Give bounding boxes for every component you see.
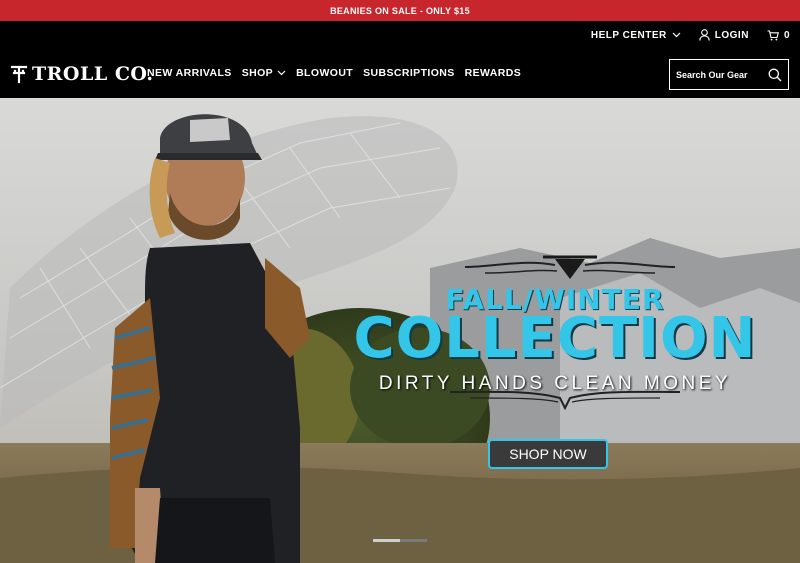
shop-now-button[interactable]: SHOP NOW: [488, 439, 608, 469]
login-link[interactable]: LOGIN: [699, 29, 749, 41]
hero-banner[interactable]: FALL/WINTER COLLECTION DIRTY HANDS CLEAN…: [0, 98, 800, 563]
chevron-down-icon: [277, 70, 286, 76]
nav-subscriptions[interactable]: SUBSCRIPTIONS: [363, 67, 455, 79]
user-icon: [699, 29, 710, 41]
promo-text[interactable]: BEANIES ON SALE - ONLY $15: [330, 6, 470, 16]
site-header: HELP CENTER LOGIN 0 TROLL CO. NEW ARRIVA…: [0, 21, 800, 98]
login-label: LOGIN: [714, 29, 749, 41]
nav-shop[interactable]: SHOP: [242, 67, 286, 79]
logo-icon: [10, 65, 28, 84]
slider-dot-1[interactable]: [373, 539, 400, 542]
hero-divider-icon: [450, 390, 680, 411]
nav-label: REWARDS: [464, 67, 522, 79]
help-center-label: HELP CENTER: [590, 29, 667, 41]
slider-pagination: [373, 539, 427, 542]
search-icon[interactable]: [768, 68, 782, 82]
hero-ornament-icon: [465, 255, 675, 279]
chevron-down-icon: [672, 32, 681, 38]
site-logo[interactable]: TROLL CO.: [10, 63, 154, 85]
nav-label: SHOP: [241, 67, 274, 79]
promo-banner[interactable]: BEANIES ON SALE - ONLY $15: [0, 0, 800, 21]
nav-new-arrivals[interactable]: NEW ARRIVALS: [147, 67, 232, 79]
slider-dot-2[interactable]: [400, 539, 427, 542]
main-nav: NEW ARRIVALS SHOP BLOWOUT SUBSCRIPTIONS …: [147, 67, 521, 79]
cart-link[interactable]: 0: [767, 30, 790, 41]
logo-text: TROLL CO.: [32, 63, 154, 85]
hero-headline-large: COLLECTION: [353, 306, 757, 371]
search-placeholder: Search Our Gear: [676, 69, 748, 80]
utility-nav: HELP CENTER LOGIN 0: [591, 27, 790, 43]
nav-label: BLOWOUT: [296, 67, 354, 79]
nav-rewards[interactable]: REWARDS: [465, 67, 521, 79]
help-center-link[interactable]: HELP CENTER: [591, 30, 681, 41]
nav-label: SUBSCRIPTIONS: [363, 67, 455, 79]
nav-blowout[interactable]: BLOWOUT: [296, 67, 353, 79]
search-input[interactable]: Search Our Gear: [669, 59, 789, 90]
cart-icon: [767, 29, 779, 40]
cart-count: 0: [783, 29, 790, 41]
nav-label: NEW ARRIVALS: [147, 67, 232, 79]
